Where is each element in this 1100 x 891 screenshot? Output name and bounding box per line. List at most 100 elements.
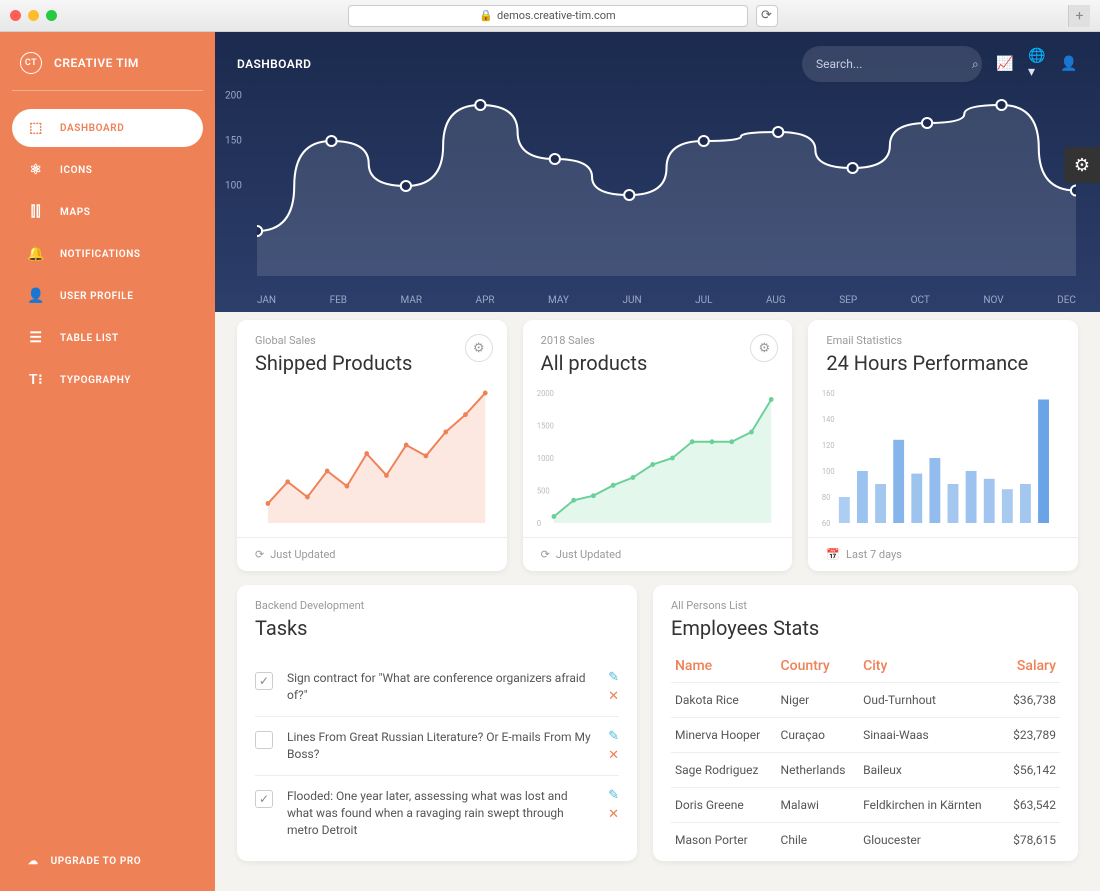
table-cell: Doris Greene bbox=[671, 788, 777, 823]
brand[interactable]: CT CREATIVE TIM bbox=[12, 46, 203, 91]
new-tab-button[interactable]: + bbox=[1068, 5, 1090, 27]
card-chart: 6080100120140160 bbox=[808, 379, 1078, 537]
x-tick: SEP bbox=[839, 295, 857, 306]
nav-icon: 🔔 bbox=[28, 246, 44, 262]
task-checkbox[interactable] bbox=[255, 672, 273, 690]
task-row: Flooded: One year later, assessing what … bbox=[255, 775, 619, 850]
globe-icon[interactable]: 🌐 ▾ bbox=[1028, 48, 1046, 80]
sidebar: CT CREATIVE TIM ⬚DASHBOARD ⚛ ICONS ⫿⫿MAPS 🔔N… bbox=[0, 32, 215, 891]
table-cell: $23,789 bbox=[1002, 718, 1060, 753]
card-title: Shipped Products bbox=[255, 351, 489, 375]
search-input[interactable] bbox=[816, 57, 972, 71]
x-tick: AUG bbox=[766, 295, 786, 306]
x-axis: JANFEBMARAPRMAYJUNJULAUGSEPOCTNOVDEC bbox=[257, 295, 1076, 306]
user-icon[interactable]: 👤 bbox=[1060, 56, 1078, 72]
sidebar-item-table-list[interactable]: ☰TABLE LIST bbox=[12, 319, 203, 357]
sidebar-item-notifications[interactable]: 🔔NOTIFICATIONS bbox=[12, 235, 203, 273]
column-header: Name bbox=[671, 650, 777, 683]
delete-icon[interactable]: ✕ bbox=[608, 748, 619, 763]
search-field[interactable]: ⌕ bbox=[802, 46, 982, 82]
task-checkbox[interactable] bbox=[255, 790, 273, 808]
svg-text:120: 120 bbox=[822, 441, 835, 450]
employees-panel: All Persons List Employees Stats NameCou… bbox=[653, 585, 1078, 861]
task-row: Lines From Great Russian Literature? Or … bbox=[255, 716, 619, 775]
nav-label: USER PROFILE bbox=[60, 291, 133, 302]
table-cell: Niger bbox=[777, 683, 860, 718]
table-cell: $56,142 bbox=[1002, 753, 1060, 788]
nav-icon: 👤 bbox=[28, 288, 44, 304]
x-tick: JAN bbox=[257, 295, 276, 306]
table-cell: $78,615 bbox=[1002, 823, 1060, 858]
card-footer-text: Just Updated bbox=[270, 548, 335, 561]
upgrade-link[interactable]: ☁ UPGRADE TO PRO bbox=[12, 846, 203, 877]
column-header: Salary bbox=[1002, 650, 1060, 683]
card-subtitle: 2018 Sales bbox=[541, 334, 775, 347]
nav-icon: ☰ bbox=[28, 330, 44, 346]
card-footer: ⟳ Just Updated bbox=[237, 537, 507, 571]
column-header: City bbox=[859, 650, 1002, 683]
search-icon[interactable]: ⌕ bbox=[972, 57, 979, 72]
maximize-window-icon[interactable] bbox=[46, 10, 57, 21]
table-cell: $63,542 bbox=[1002, 788, 1060, 823]
x-tick: MAY bbox=[548, 295, 569, 306]
tasks-panel: Backend Development Tasks Sign contract … bbox=[237, 585, 637, 861]
task-row: Sign contract for "What are conference o… bbox=[255, 658, 619, 716]
close-window-icon[interactable] bbox=[10, 10, 21, 21]
sidebar-item-maps[interactable]: ⫿⫿MAPS bbox=[12, 193, 203, 231]
nav-icon: ⚛ bbox=[28, 162, 44, 178]
x-tick: MAR bbox=[401, 295, 423, 306]
task-text: Flooded: One year later, assessing what … bbox=[287, 788, 594, 838]
edit-icon[interactable]: ✎ bbox=[608, 788, 619, 803]
task-checkbox[interactable] bbox=[255, 731, 273, 749]
svg-text:140: 140 bbox=[822, 415, 835, 424]
table-cell: Minerva Hooper bbox=[671, 718, 777, 753]
edit-icon[interactable]: ✎ bbox=[608, 670, 619, 685]
sidebar-item-icons[interactable]: ⚛ ICONS bbox=[12, 151, 203, 189]
card-gear-icon[interactable]: ⚙ bbox=[465, 334, 493, 362]
card-subtitle: Email Statistics bbox=[826, 334, 1060, 347]
url-field[interactable]: 🔒 demos.creative-tim.com bbox=[348, 5, 748, 27]
bottom-row: Backend Development Tasks Sign contract … bbox=[215, 585, 1100, 883]
delete-icon[interactable]: ✕ bbox=[608, 689, 619, 704]
table-cell: Malawi bbox=[777, 788, 860, 823]
minimize-window-icon[interactable] bbox=[28, 10, 39, 21]
refresh-icon: ⟳ bbox=[541, 548, 550, 561]
task-actions: ✎ ✕ bbox=[608, 729, 619, 763]
edit-icon[interactable]: ✎ bbox=[608, 729, 619, 744]
card-footer: 📅Last 7 days bbox=[808, 537, 1078, 571]
sidebar-item-user-profile[interactable]: 👤 USER PROFILE bbox=[12, 277, 203, 315]
table-row: Dakota RiceNigerOud-Turnhout$36,738 bbox=[671, 683, 1060, 718]
table-cell: Feldkirchen in Kärnten bbox=[859, 788, 1002, 823]
svg-text:500: 500 bbox=[537, 486, 550, 495]
delete-icon[interactable]: ✕ bbox=[608, 807, 619, 822]
window-controls[interactable] bbox=[10, 10, 57, 21]
nav-icon: ⫿⫿ bbox=[28, 204, 44, 220]
sidebar-item-typography[interactable]: T⁝TYPOGRAPHY bbox=[12, 361, 203, 399]
table-row: Doris GreeneMalawiFeldkirchen in Kärnten… bbox=[671, 788, 1060, 823]
reload-button[interactable]: ⟳ bbox=[756, 5, 778, 27]
upgrade-label: UPGRADE TO PRO bbox=[51, 856, 142, 867]
browser-chrome: 🔒 demos.creative-tim.com ⟳ + bbox=[0, 0, 1100, 32]
table-row: Minerva HooperCuraçaoSinaai-Waas$23,789 bbox=[671, 718, 1060, 753]
card-footer-text: Just Updated bbox=[556, 548, 621, 561]
x-tick: NOV bbox=[983, 295, 1003, 306]
sidebar-item-dashboard[interactable]: ⬚DASHBOARD bbox=[12, 109, 203, 147]
brand-badge: CT bbox=[20, 52, 42, 74]
url-text: demos.creative-tim.com bbox=[497, 9, 616, 22]
table-row: Sage RodriguezNetherlandsBaileux$56,142 bbox=[671, 753, 1060, 788]
svg-text:60: 60 bbox=[822, 519, 830, 528]
y-tick: 200 bbox=[225, 91, 242, 102]
tasks-subtitle: Backend Development bbox=[255, 599, 619, 612]
card-email_stats: Email Statistics 24 Hours Performance608… bbox=[808, 320, 1078, 571]
lock-icon: 🔒 bbox=[479, 9, 493, 22]
task-actions: ✎ ✕ bbox=[608, 670, 619, 704]
table-cell: Chile bbox=[777, 823, 860, 858]
employees-title: Employees Stats bbox=[671, 616, 1060, 640]
refresh-icon: ⟳ bbox=[255, 548, 264, 561]
big-chart: 100150200JANFEBMARAPRMAYJUNJULAUGSEPOCTN… bbox=[215, 96, 1100, 306]
x-tick: APR bbox=[476, 295, 495, 306]
card-shipped_products: Global Sales Shipped Products⚙⟳Just Upda… bbox=[237, 320, 507, 571]
nav-label: ICONS bbox=[60, 165, 93, 176]
activity-icon[interactable]: 📈 bbox=[996, 56, 1014, 72]
x-tick: FEB bbox=[330, 295, 347, 306]
